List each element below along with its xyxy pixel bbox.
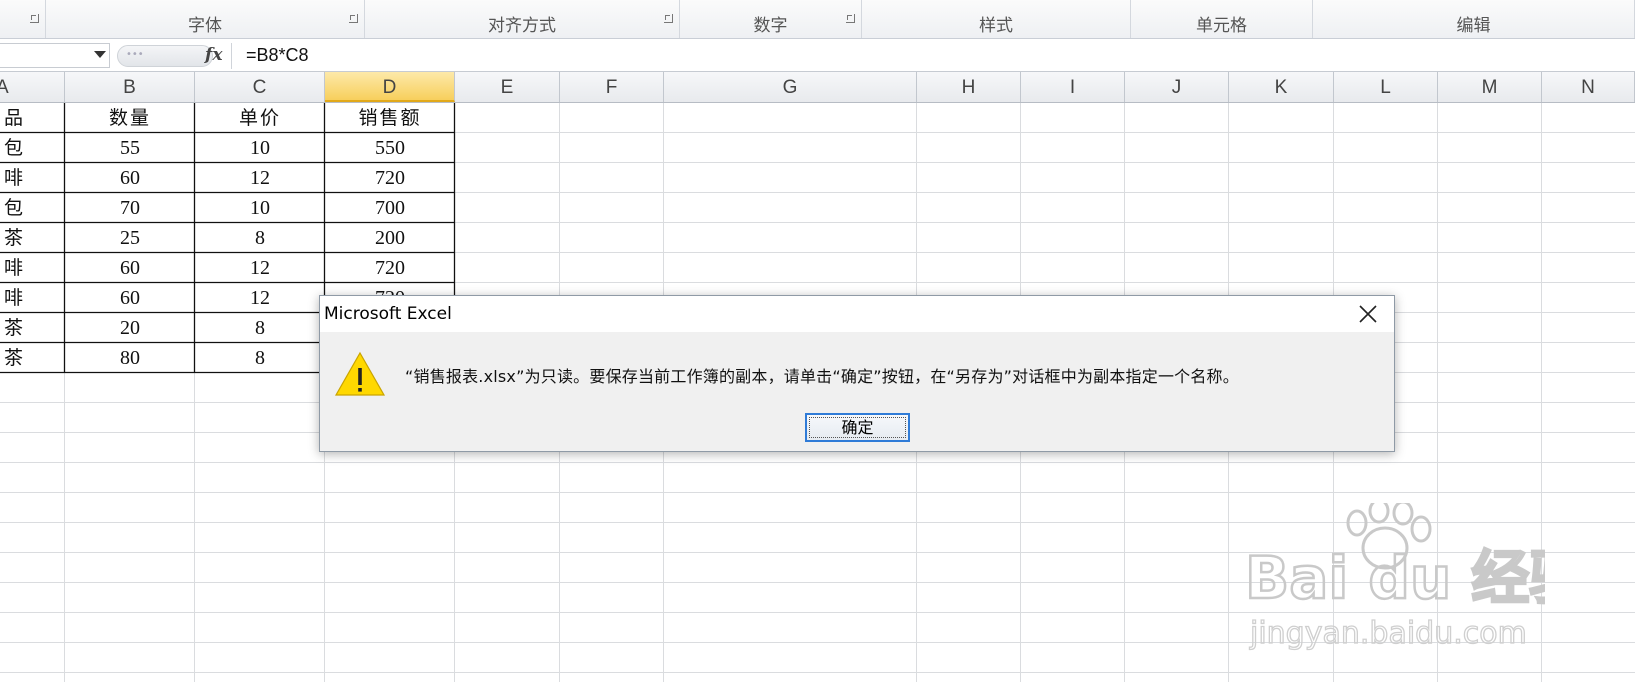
cell-c7[interactable]: 12 (195, 283, 325, 313)
close-icon[interactable] (1358, 304, 1378, 324)
ribbon-group-5: 单元格 (1131, 0, 1313, 38)
ribbon-group-label: 单元格 (1196, 16, 1247, 36)
cell-b2[interactable]: 55 (65, 133, 195, 163)
cell-d2[interactable]: 550 (325, 133, 455, 163)
ribbon-group-label: 样式 (979, 16, 1013, 36)
ribbon-group-label: 字体 (188, 16, 222, 36)
insert-function-icon[interactable]: fx (205, 45, 222, 65)
grip-dots-icon: ••• (126, 49, 144, 60)
cell-d4[interactable]: 700 (325, 193, 455, 223)
formula-input[interactable]: =B8*C8 (246, 45, 309, 66)
column-header-f[interactable]: F (560, 72, 664, 102)
column-header-k[interactable]: K (1229, 72, 1334, 102)
cell-a1[interactable]: 品 (4, 103, 63, 133)
cell-c8[interactable]: 8 (195, 313, 325, 343)
cell-a3[interactable]: 啡 (4, 163, 63, 193)
ribbon-group-6: 编辑 (1313, 0, 1635, 38)
cell-d6[interactable]: 720 (325, 253, 455, 283)
dialog-launcher-icon[interactable] (30, 14, 39, 23)
cell-d3[interactable]: 720 (325, 163, 455, 193)
paw-toe-4 (1410, 515, 1432, 543)
column-header-j[interactable]: J (1125, 72, 1229, 102)
column-header-e[interactable]: E (455, 72, 560, 102)
cell-a5[interactable]: 茶 (4, 223, 63, 253)
cell-a6[interactable]: 啡 (4, 253, 63, 283)
cell-c4[interactable]: 10 (195, 193, 325, 223)
cell-b8[interactable]: 20 (65, 313, 195, 343)
cell-a9[interactable]: 茶 (4, 343, 63, 373)
column-header-c[interactable]: C (195, 72, 325, 102)
cell-a7[interactable]: 啡 (4, 283, 63, 313)
cell-b1[interactable]: 数量 (65, 103, 195, 133)
cell-c1[interactable]: 单价 (195, 103, 325, 133)
dialog-titlebar[interactable]: Microsoft Excel (320, 296, 1394, 332)
dialog-launcher-icon[interactable] (846, 14, 855, 23)
cell-a4[interactable]: 包 (4, 193, 63, 223)
cell-b5[interactable]: 25 (65, 223, 195, 253)
cell-d5[interactable]: 200 (325, 223, 455, 253)
cell-c6[interactable]: 12 (195, 253, 325, 283)
paw-toe-1 (1346, 509, 1368, 537)
ribbon-group-1: 字体 (46, 0, 365, 38)
cell-c5[interactable]: 8 (195, 223, 325, 253)
column-header-d[interactable]: D (325, 72, 455, 102)
dialog-launcher-icon[interactable] (664, 14, 673, 23)
column-header-a[interactable]: A (0, 72, 65, 102)
ok-button[interactable]: 确定 (805, 413, 910, 442)
ribbon-group-label: 数字 (753, 16, 788, 36)
dialog-launcher-icon[interactable] (349, 14, 358, 23)
column-header-i[interactable]: I (1021, 72, 1125, 102)
cell-a8[interactable]: 茶 (4, 313, 63, 343)
ribbon-group-4: 样式 (862, 0, 1131, 38)
cell-c2[interactable]: 10 (195, 133, 325, 163)
ribbon-group-label: 对齐方式 (488, 16, 556, 36)
cell-b3[interactable]: 60 (65, 163, 195, 193)
ribbon-group-2: 对齐方式 (365, 0, 680, 38)
cell-b7[interactable]: 60 (65, 283, 195, 313)
formula-bar-resize-handle[interactable]: ••• (117, 45, 213, 67)
column-header-h[interactable]: H (917, 72, 1021, 102)
baidu-jingyan-watermark: Bai du 经验 jingyan.baidu.com (1245, 503, 1545, 652)
formula-bar: ••• fx =B8*C8 (0, 40, 1635, 72)
column-header-n[interactable]: N (1542, 72, 1635, 102)
cell-d1[interactable]: 销售额 (325, 103, 455, 133)
chevron-down-icon[interactable] (94, 51, 106, 58)
cell-b4[interactable]: 70 (65, 193, 195, 223)
cell-a2[interactable]: 包 (4, 133, 63, 163)
warning-icon (334, 351, 386, 396)
readonly-alert-dialog: Microsoft Excel “销售报表.xlsx”为只读。要保存当前工作簿的… (319, 295, 1395, 452)
watermark-url: jingyan.baidu.com (1249, 616, 1527, 651)
paw-toe-2 (1368, 503, 1390, 524)
cell-b6[interactable]: 60 (65, 253, 195, 283)
column-header-g[interactable]: G (664, 72, 917, 102)
cell-c9[interactable]: 8 (195, 343, 325, 373)
ribbon-group-0 (0, 0, 46, 38)
column-header-b[interactable]: B (65, 72, 195, 102)
cell-b9[interactable]: 80 (65, 343, 195, 373)
column-header-l[interactable]: L (1334, 72, 1438, 102)
ribbon-group-labels: 字体 对齐方式 数字 样式 单元格 编辑 (0, 0, 1635, 39)
formula-bar-divider (231, 43, 232, 69)
watermark-brand: Bai du 经验 (1245, 544, 1545, 612)
dialog-title: Microsoft Excel (324, 304, 452, 324)
column-header-m[interactable]: M (1438, 72, 1542, 102)
cell-c3[interactable]: 12 (195, 163, 325, 193)
ribbon-group-3: 数字 (680, 0, 862, 38)
dialog-message: “销售报表.xlsx”为只读。要保存当前工作簿的副本，请单击“确定”按钮，在“另… (405, 367, 1239, 386)
column-headers: ABCDEFGHIJKLMN (0, 72, 1635, 103)
ribbon-group-label: 编辑 (1456, 16, 1491, 36)
paw-toe-3 (1392, 503, 1414, 526)
